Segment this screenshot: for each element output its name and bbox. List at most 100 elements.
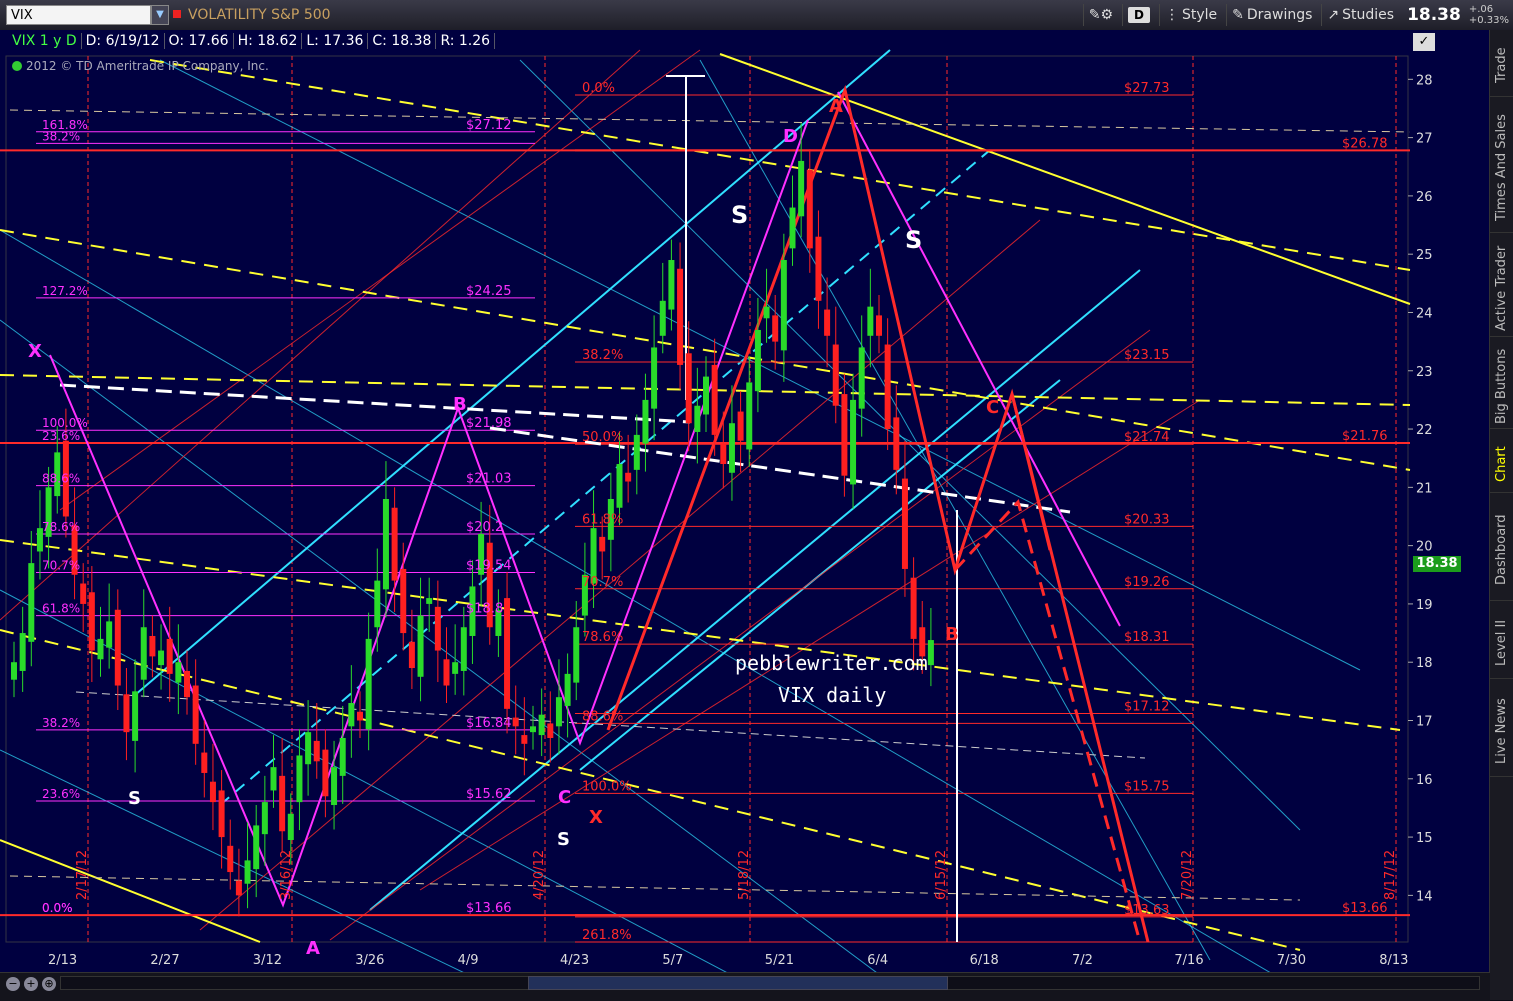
pattern-label: B (945, 624, 959, 645)
drawings-button[interactable]: ✎ Drawings (1226, 4, 1317, 26)
side-tab-trade[interactable]: Trade (1490, 34, 1513, 97)
candle-body (625, 472, 632, 482)
side-tab-dashboard[interactable]: Dashboard (1490, 500, 1513, 601)
fib-pct-label: 50.0% (582, 430, 623, 445)
zoom-in-icon[interactable]: + (24, 977, 38, 991)
chart-canvas[interactable]: 14 15 16 17 18 19 20 21 22 23 24 25 26 27 28 2/13 2/27 3/… (0, 30, 1490, 972)
aggregation-button[interactable]: D (1122, 4, 1155, 26)
candle-body (720, 443, 727, 465)
fib-price-label: $24.25 (466, 284, 512, 299)
fib-price-label: $15.75 (1124, 779, 1170, 794)
candle-body (443, 659, 450, 686)
candle-body (287, 813, 294, 840)
candle-body (227, 845, 234, 873)
info-date: D: 6/19/12 (82, 33, 165, 49)
candle-body (798, 160, 805, 217)
candle-body (512, 717, 519, 727)
pattern-label: A (829, 96, 843, 117)
pattern-label: A (306, 938, 320, 959)
symbol-input[interactable]: VIX (6, 5, 151, 25)
candle-body (374, 580, 381, 628)
candle-body (763, 306, 770, 319)
candle-body (841, 394, 848, 476)
side-tab-times-and-sales[interactable]: Times And Sales (1490, 104, 1513, 233)
red-pattern (606, 84, 1150, 943)
candle-body (530, 726, 536, 733)
tools-icon[interactable]: ✎⚙ (1082, 4, 1118, 26)
candle-body (97, 638, 104, 660)
side-tab-live-news[interactable]: Live News (1490, 686, 1513, 777)
info-open: O: 17.66 (165, 33, 234, 49)
pattern-label: B (453, 394, 467, 415)
fib-pct-label: 38.2% (42, 129, 80, 143)
style-button[interactable]: ⋮ Style (1158, 4, 1222, 26)
candle-body (175, 662, 182, 683)
channel-line (0, 229, 1271, 972)
candle-body (893, 417, 900, 470)
candle-body (867, 306, 874, 336)
x-tick-label: 2/27 (150, 953, 179, 968)
fib-price-label: $13.66 (466, 901, 512, 916)
side-tab-active-trader[interactable]: Active Trader (1490, 240, 1513, 337)
white-neckline (489, 426, 1071, 514)
y-tick-label: 25 (1416, 248, 1433, 263)
fib-pct-label: 61.8% (582, 512, 623, 527)
studies-button[interactable]: ↗ Studies (1321, 4, 1399, 26)
candle-body (685, 353, 692, 424)
candle-body (599, 536, 606, 552)
candle-body (806, 169, 813, 249)
candle-body (858, 347, 865, 409)
candle-body (434, 606, 441, 651)
y-tick-label: 26 (1416, 190, 1433, 205)
fib-pct-label: 70.7% (582, 575, 623, 590)
candle-body (209, 781, 216, 803)
info-range: R: 1.26 (436, 33, 496, 49)
date-marker-label: 2/17/12 (75, 850, 90, 900)
candle-body (149, 635, 156, 657)
chart-ticker[interactable]: VIX 1 y D (8, 33, 82, 49)
d-button-label: D (1128, 7, 1150, 23)
toolbar-right: ✎⚙ D ⋮ Style ✎ Drawings ↗ Studies 18.38 +.0… (1082, 3, 1513, 27)
candle-body (114, 609, 121, 686)
x-tick-label: 4/9 (458, 953, 479, 968)
fib-pct-label: 70.7% (42, 558, 80, 572)
date-marker-label: 8/17/12 (1383, 850, 1398, 900)
yellow-trendline (719, 53, 1411, 305)
candle-body (88, 592, 95, 651)
symbol-dropdown-icon[interactable]: ▼ (151, 5, 169, 25)
side-tab-bar: Trade Times And Sales Active Trader Big But… (1489, 30, 1513, 1000)
candle-body (564, 673, 571, 706)
candle-body (382, 499, 389, 590)
side-tab-big-buttons[interactable]: Big Buttons (1490, 344, 1513, 429)
candle-body (218, 790, 225, 838)
candle-body (123, 694, 130, 733)
last-price: 18.38 (1407, 5, 1461, 25)
candle-body (365, 638, 372, 730)
zoom-fit-icon[interactable]: ⊕ (42, 977, 56, 991)
candle-body (642, 399, 649, 444)
scrollbar-thumb[interactable] (528, 976, 948, 990)
quote-info-row: VIX 1 y D D: 6/19/12 O: 17.66 H: 18.62 L… (8, 33, 496, 49)
candle-body (728, 423, 735, 473)
side-tab-chart[interactable]: Chart (1490, 436, 1513, 493)
plot-frame (5, 55, 1409, 943)
candle-body (910, 577, 917, 639)
fib-pct-label: 100.0% (582, 779, 632, 794)
fib-pct-label: 0.0% (42, 901, 73, 915)
pattern-label: X (28, 341, 42, 362)
candle-body (166, 638, 173, 674)
y-tick-label: 21 (1416, 481, 1433, 496)
zoom-out-icon[interactable]: − (6, 977, 20, 991)
side-tab-level-ii[interactable]: Level II (1490, 608, 1513, 679)
candle-body (106, 621, 113, 648)
y-tick-label: 15 (1416, 831, 1433, 846)
chart-area[interactable]: 14 15 16 17 18 19 20 21 22 23 24 25 26 27 28 2/13 2/27 3/… (0, 30, 1490, 1000)
yellow-dashed-line (149, 59, 1411, 271)
candle-body (746, 382, 753, 450)
fib-pct-label: 38.2% (42, 716, 80, 730)
current-price-tag: 18.38 (1413, 556, 1461, 572)
drawing-tool-icon[interactable]: ✓ (1413, 33, 1435, 51)
candle-body (737, 411, 744, 441)
flag-icon (173, 10, 181, 18)
y-tick-label: 17 (1416, 715, 1433, 730)
